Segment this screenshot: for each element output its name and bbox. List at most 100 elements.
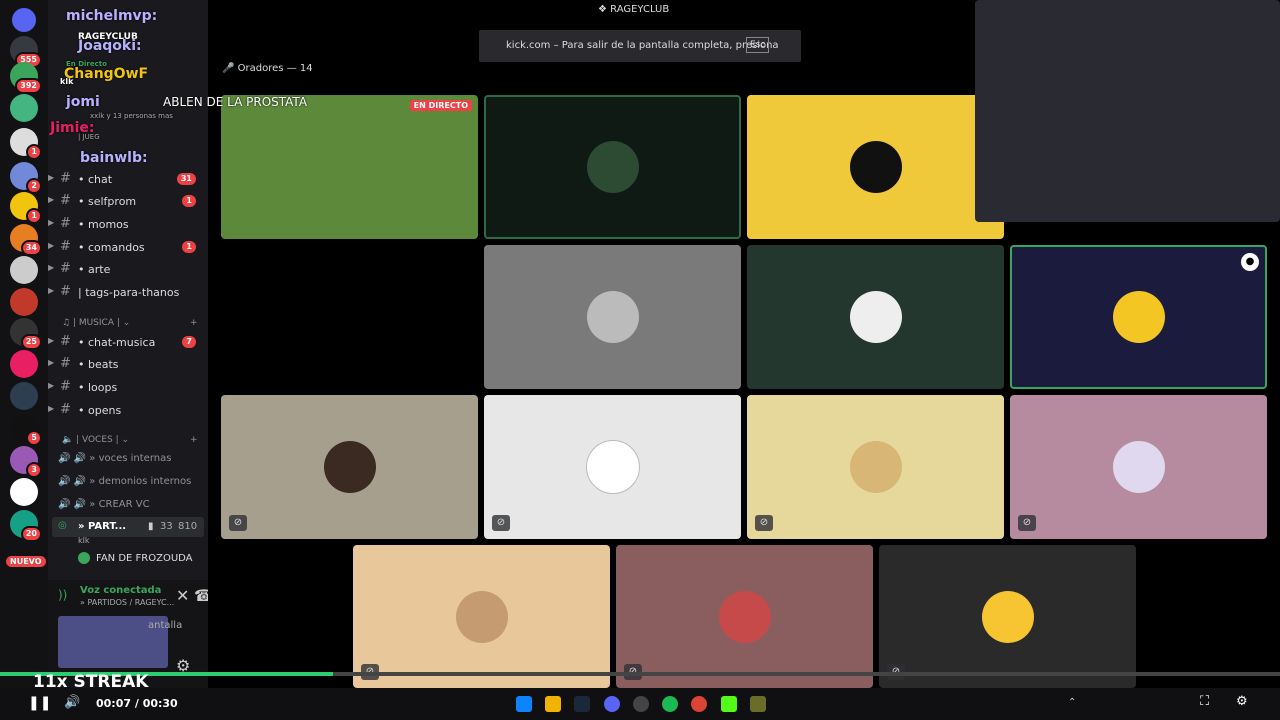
participant-tile[interactable]: ⊘ [1010, 395, 1267, 539]
server-icon[interactable]: 392 [10, 62, 42, 94]
avatar [718, 590, 771, 643]
unread-badge: 1 [182, 195, 196, 207]
chevron-right-icon: ▶ [48, 241, 55, 250]
channel-chat[interactable]: ▶ # • chat 31 [48, 168, 208, 190]
participant-tile[interactable] [747, 245, 1004, 389]
server-icon[interactable] [10, 94, 38, 122]
server-badge: 392 [15, 78, 42, 94]
voice-channel-label: » CREAR VC [89, 499, 150, 510]
server-icon[interactable]: 2 [10, 162, 42, 194]
voice-member[interactable]: FAN DE FROZOUDA [78, 552, 193, 564]
participant-tile[interactable] [747, 95, 1004, 239]
overlay-chat-name: bainwlb: [80, 150, 148, 166]
chevron-right-icon: ▶ [48, 195, 55, 204]
hash-icon: # [60, 261, 71, 276]
overlay-message: ABLEN DE LA PROSTATA [163, 95, 308, 109]
voice-channel[interactable]: 🔊 🔊 » demonios internos [58, 476, 191, 487]
category-label: | MUSICA | [72, 318, 120, 328]
participant-tile[interactable]: ⊘ [484, 395, 741, 539]
disconnect-icon[interactable]: ✕ [176, 586, 189, 605]
server-icon[interactable]: 25 [10, 318, 42, 350]
channel-beats[interactable]: ▶ # • beats [48, 353, 208, 375]
speakers-count: Oradores — 14 [237, 63, 313, 74]
avatar [849, 291, 902, 343]
server-icon[interactable]: 34 [10, 224, 42, 256]
settings-icon[interactable]: ⚙ [1236, 694, 1248, 709]
plus-icon[interactable]: + [190, 318, 198, 328]
fullscreen-icon[interactable]: ⛶ [1200, 694, 1209, 709]
participant-tile[interactable] [484, 95, 741, 239]
server-icon[interactable] [10, 382, 38, 410]
avatar [586, 141, 639, 193]
stream-tile[interactable]: EN DIRECTO [221, 95, 478, 239]
channel-comandos[interactable]: ▶ # • comandos 1 [48, 236, 208, 258]
hash-icon: # [60, 334, 71, 349]
muted-icon: ⊘ [755, 515, 773, 531]
server-icon[interactable] [10, 478, 38, 506]
plus-icon[interactable]: + [190, 435, 198, 445]
voice-status-subtitle: » PARTIDOS / RAGEYC... [80, 598, 175, 607]
tray-chevron-icon[interactable]: ⌃ [1068, 697, 1076, 708]
discord-home-icon[interactable] [12, 8, 36, 32]
camera-icon: ▮ [148, 521, 154, 532]
server-icon[interactable]: 5 [10, 414, 42, 446]
voice-channel[interactable]: 🔊 🔊 » voces internas [58, 453, 171, 464]
server-icon[interactable] [10, 288, 38, 316]
active-voice-channel[interactable]: ◎ » PART... ▮ 33 810 [52, 517, 204, 537]
channel-arte[interactable]: ▶ # • arte [48, 258, 208, 280]
file-explorer-icon[interactable] [545, 696, 561, 712]
avatar [323, 441, 376, 493]
channel-label: arte [88, 263, 111, 276]
volume-icon[interactable]: 🔊 [64, 695, 80, 710]
participant-tile[interactable]: ⊘ [879, 545, 1136, 688]
server-icon[interactable]: 20 [10, 510, 42, 542]
server-icon[interactable]: 1 [10, 192, 42, 224]
category-label: | VOCES | [76, 435, 119, 445]
esc-key[interactable]: Esc [746, 37, 770, 53]
discord-icon[interactable] [604, 696, 620, 712]
participant-tile[interactable]: ⊘ [353, 545, 610, 688]
hash-icon: # [60, 284, 71, 299]
channel-tags-para-thanos[interactable]: ▶ # | tags-para-thanos [48, 281, 208, 303]
server-icon[interactable] [10, 256, 38, 284]
screen-share-icon[interactable]: ● [1241, 253, 1259, 271]
participant-tile[interactable]: ⊘ [221, 395, 478, 539]
server-icon[interactable]: 1 [10, 128, 42, 160]
channel-momos[interactable]: ▶ # • momos [48, 213, 208, 235]
voice-channel-label: » PART... [78, 521, 127, 532]
avatar [585, 440, 640, 494]
channel-loops[interactable]: ▶ # • loops [48, 376, 208, 398]
chevron-right-icon: ▶ [48, 358, 55, 367]
participant-tile[interactable]: ⊘ [747, 395, 1004, 539]
hash-icon: # [60, 379, 71, 394]
windows-start-icon[interactable] [516, 696, 532, 712]
channel-opens[interactable]: ▶ # • opens [48, 399, 208, 421]
channel-chat-musica[interactable]: ▶ # • chat-musica 7 [48, 331, 208, 353]
speaker-icon: 🔊 [58, 476, 71, 487]
app-icon[interactable] [750, 696, 766, 712]
muted-icon: ⊘ [1018, 515, 1036, 531]
participant-tile[interactable] [484, 245, 741, 389]
pause-icon[interactable]: ❚❚ [28, 695, 51, 711]
voice-channel[interactable]: 🔊 🔊 » CREAR VC [58, 499, 150, 510]
server-icon[interactable]: 3 [10, 446, 42, 478]
video-progress[interactable] [0, 672, 1280, 676]
category-voces[interactable]: 🔈 | VOCES | ⌄ + [62, 435, 198, 445]
participant-tile[interactable]: ⊘ [616, 545, 873, 688]
category-musica[interactable]: ♫ | MUSICA | ⌄ + [62, 318, 198, 328]
notice-text: kick.com – Para salir de la pantalla com… [506, 40, 779, 51]
server-icon[interactable]: 555 [10, 36, 42, 68]
spotify-icon[interactable] [662, 696, 678, 712]
app-icon[interactable] [633, 696, 649, 712]
kick-icon[interactable] [721, 696, 737, 712]
participant-tile[interactable]: ● [1010, 245, 1267, 389]
channel-selfprom[interactable]: ▶ # • selfprom 1 [48, 190, 208, 212]
server-badge: 34 [20, 240, 42, 256]
unread-badge: 7 [182, 336, 196, 348]
steam-icon[interactable] [574, 696, 590, 712]
channel-label: loops [88, 381, 118, 394]
chrome-icon[interactable] [691, 696, 707, 712]
server-icon[interactable] [10, 350, 38, 378]
window-title: RAGEYCLUB [610, 4, 670, 15]
overlay-chat-name: xxlk y 13 personas mas [90, 112, 173, 120]
